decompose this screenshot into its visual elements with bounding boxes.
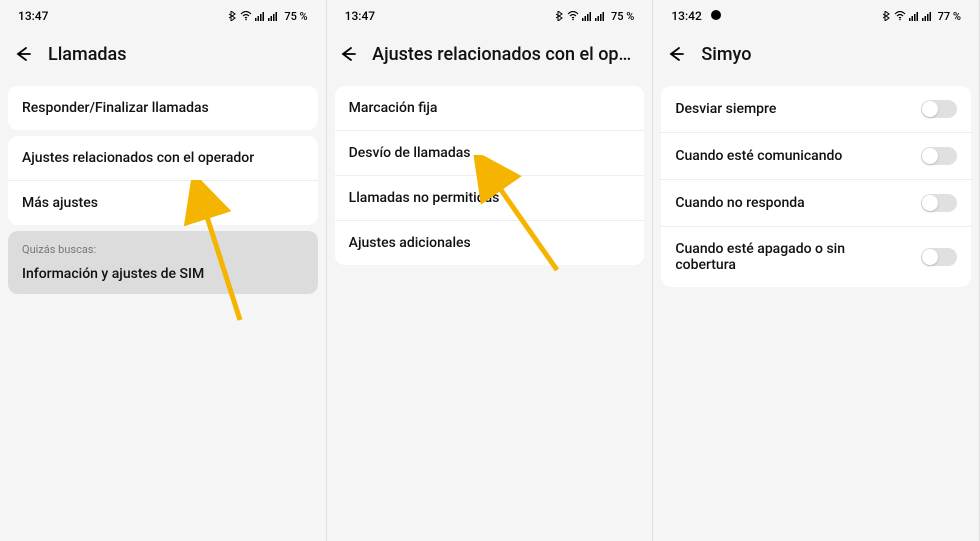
hint-item: Información y ajustes de SIM xyxy=(22,266,304,282)
card-toggles: Desviar siempre Cuando esté comunicando … xyxy=(661,86,971,287)
signal2-icon xyxy=(595,11,605,21)
arrow-left-icon xyxy=(337,44,357,64)
toggle-label: Cuando esté comunicando xyxy=(675,148,909,164)
signal-icon xyxy=(909,11,919,21)
signal2-icon xyxy=(922,11,932,21)
status-time: 13:47 xyxy=(345,9,375,23)
bluetooth-icon xyxy=(881,11,891,21)
item-llamadas-no-permitidas[interactable]: Llamadas no permitidas xyxy=(335,176,645,221)
item-mas-ajustes[interactable]: Más ajustes xyxy=(8,181,318,225)
toggle-switch[interactable] xyxy=(921,248,957,266)
toggle-label: Cuando esté apagado o sin cobertura xyxy=(675,241,909,273)
status-battery: 77 % xyxy=(938,10,961,23)
header: Llamadas xyxy=(0,28,326,80)
status-icons xyxy=(554,11,605,21)
status-time: 13:42 xyxy=(671,9,701,23)
panel-simyo: 13:42 77 % Simyo Desviar siempre Cuando … xyxy=(653,0,980,541)
wifi-icon xyxy=(240,11,252,21)
card-answer: Responder/Finalizar llamadas xyxy=(8,86,318,130)
toggle-label: Cuando no responda xyxy=(675,195,909,211)
hint-label: Quizás buscas: xyxy=(22,243,304,256)
card-items: Marcación fija Desvío de llamadas Llamad… xyxy=(335,86,645,265)
status-bar: 13:42 77 % xyxy=(653,0,979,28)
wifi-icon xyxy=(567,11,579,21)
page-title: Ajustes relacionados con el operad… xyxy=(372,44,636,65)
status-left: 13:42 xyxy=(671,9,720,23)
status-time: 13:47 xyxy=(18,9,48,23)
status-right: 75 % xyxy=(554,10,634,23)
wifi-icon xyxy=(894,11,906,21)
bluetooth-icon xyxy=(227,11,237,21)
item-cuando-comunicando[interactable]: Cuando esté comunicando xyxy=(661,133,971,180)
status-battery: 75 % xyxy=(284,10,307,23)
notification-dot-icon xyxy=(711,10,721,20)
toggle-switch[interactable] xyxy=(921,194,957,212)
arrow-left-icon xyxy=(12,44,32,64)
toggle-switch[interactable] xyxy=(921,147,957,165)
card-operator: Ajustes relacionados con el operador Más… xyxy=(8,136,318,225)
item-responder[interactable]: Responder/Finalizar llamadas xyxy=(8,86,318,130)
item-cuando-no-responda[interactable]: Cuando no responda xyxy=(661,180,971,227)
status-bar: 13:47 75 % xyxy=(0,0,326,28)
signal-icon xyxy=(582,11,592,21)
item-ajustes-operador[interactable]: Ajustes relacionados con el operador xyxy=(8,136,318,181)
signal2-icon xyxy=(268,11,278,21)
toggle-switch[interactable] xyxy=(921,100,957,118)
item-marcacion-fija[interactable]: Marcación fija xyxy=(335,86,645,131)
panel-operador: 13:47 75 % Ajustes relacionados con el o… xyxy=(327,0,654,541)
status-right: 77 % xyxy=(881,10,961,23)
header: Ajustes relacionados con el operad… xyxy=(327,28,653,80)
status-bar: 13:47 75 % xyxy=(327,0,653,28)
signal-icon xyxy=(255,11,265,21)
status-icons xyxy=(881,11,932,21)
arrow-left-icon xyxy=(665,44,685,64)
status-right: 75 % xyxy=(227,10,307,23)
status-icons xyxy=(227,11,278,21)
item-desvio-llamadas[interactable]: Desvío de llamadas xyxy=(335,131,645,176)
page-title: Llamadas xyxy=(48,44,127,65)
page-title: Simyo xyxy=(701,44,751,65)
panel-llamadas: 13:47 75 % Llamadas Responder/Finalizar … xyxy=(0,0,327,541)
item-apagado-sin-cobertura[interactable]: Cuando esté apagado o sin cobertura xyxy=(661,227,971,287)
back-button[interactable] xyxy=(10,42,34,66)
item-ajustes-adicionales[interactable]: Ajustes adicionales xyxy=(335,221,645,265)
hint-card[interactable]: Quizás buscas: Información y ajustes de … xyxy=(8,231,318,294)
header: Simyo xyxy=(653,28,979,80)
status-battery: 75 % xyxy=(611,10,634,23)
back-button[interactable] xyxy=(663,42,687,66)
bluetooth-icon xyxy=(554,11,564,21)
item-desviar-siempre[interactable]: Desviar siempre xyxy=(661,86,971,133)
toggle-label: Desviar siempre xyxy=(675,101,909,117)
back-button[interactable] xyxy=(337,42,359,66)
